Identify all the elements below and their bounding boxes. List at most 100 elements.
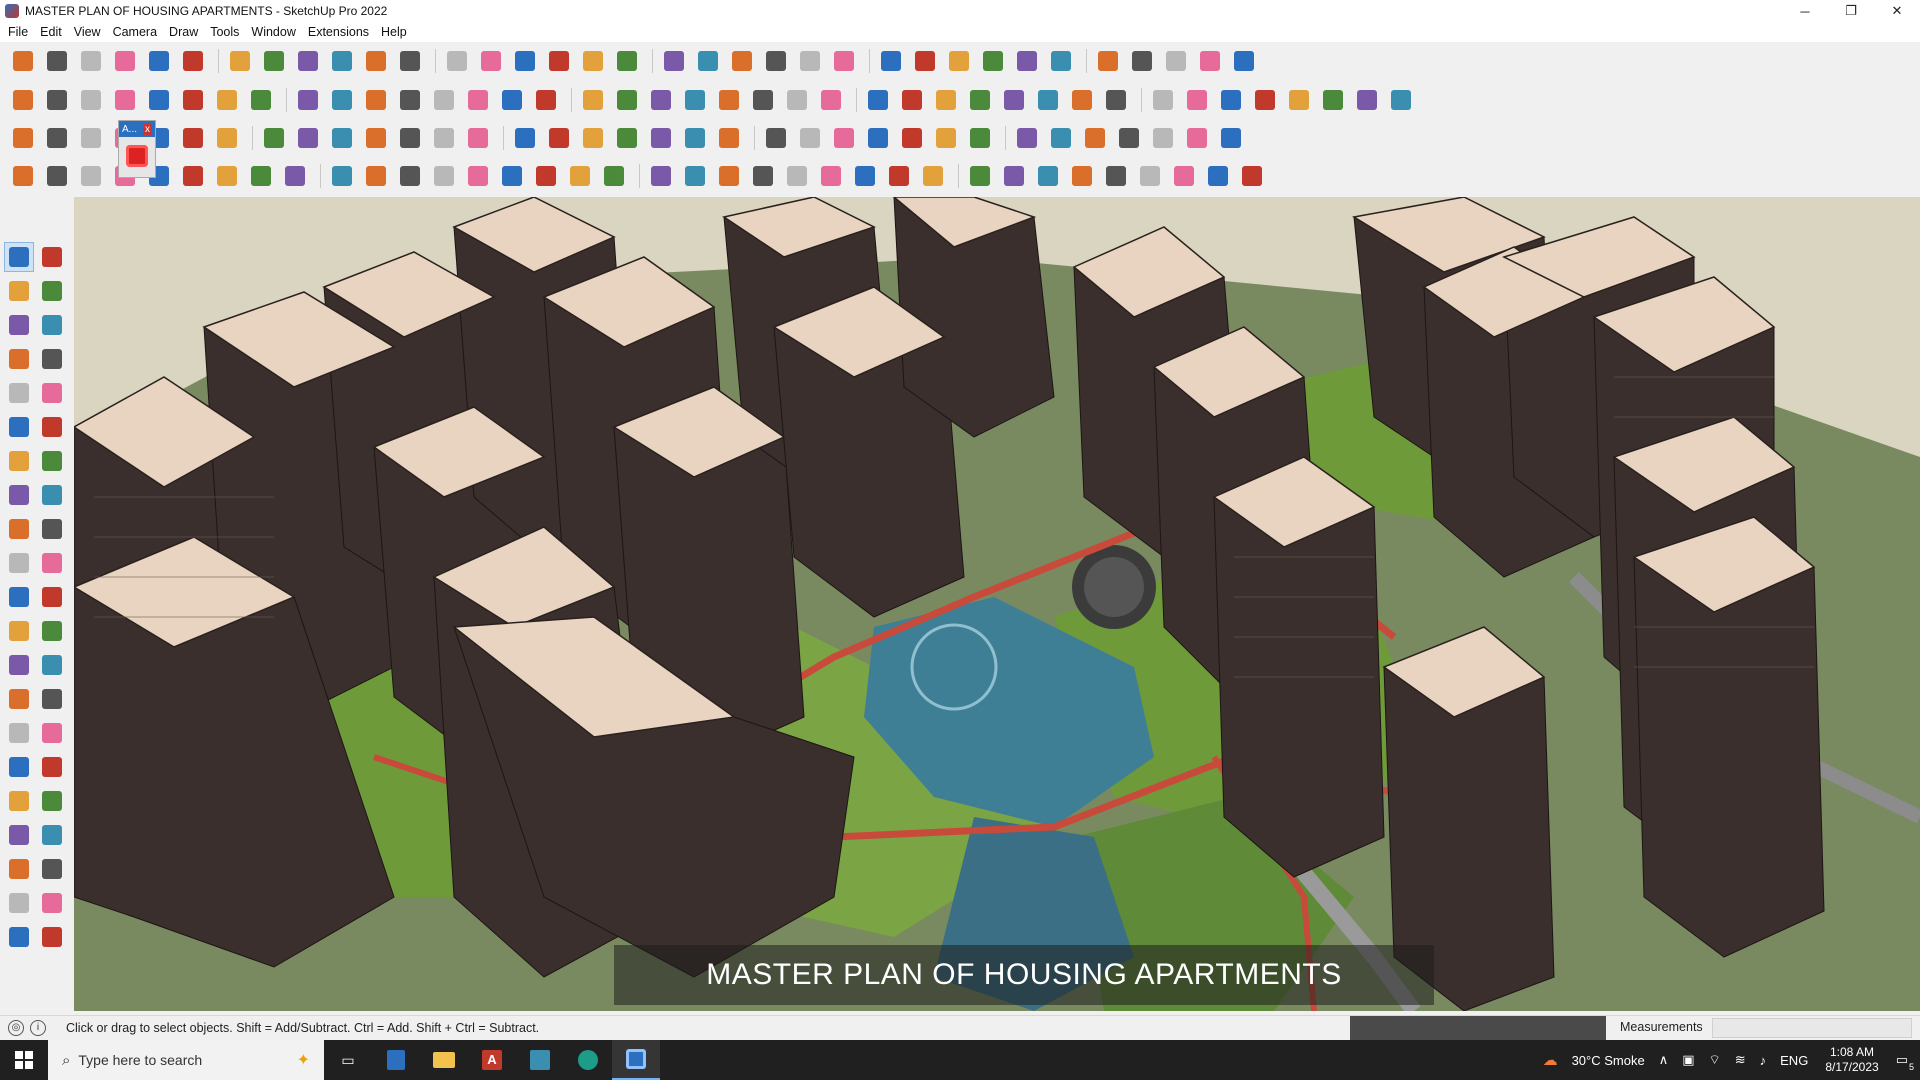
house-e-button[interactable] xyxy=(646,85,676,115)
house-c-button[interactable] xyxy=(578,85,608,115)
floating-panel-close[interactable]: x xyxy=(143,123,152,135)
edge-browser-icon[interactable] xyxy=(564,1040,612,1080)
fold-c-button[interactable] xyxy=(782,161,812,191)
position-camera-tool-button[interactable] xyxy=(4,820,34,850)
cross-blue-button[interactable] xyxy=(510,123,540,153)
knot-button[interactable] xyxy=(680,123,710,153)
tree-button[interactable] xyxy=(863,123,893,153)
cup-button[interactable] xyxy=(795,123,825,153)
front-view-button[interactable] xyxy=(76,85,106,115)
grid-b-button[interactable] xyxy=(1046,123,1076,153)
menu-edit[interactable]: Edit xyxy=(34,25,68,39)
stairs-b-button[interactable] xyxy=(327,123,357,153)
corner-button[interactable] xyxy=(361,161,391,191)
undo-button[interactable] xyxy=(1161,46,1191,76)
weather-text[interactable]: 30°C Smoke xyxy=(1572,1053,1645,1068)
cross-red-button[interactable] xyxy=(429,123,459,153)
redo-button[interactable] xyxy=(1195,46,1225,76)
grid-p-button[interactable] xyxy=(1169,161,1199,191)
arc-button[interactable] xyxy=(144,46,174,76)
components-button[interactable] xyxy=(761,46,791,76)
rotate-button[interactable] xyxy=(327,46,357,76)
plugin-e-button[interactable] xyxy=(1318,85,1348,115)
snowflake-button[interactable] xyxy=(761,123,791,153)
back-view-button[interactable] xyxy=(144,85,174,115)
sandbox-d-tool-button[interactable] xyxy=(37,922,67,952)
curve-b-button[interactable] xyxy=(816,85,846,115)
restore-button[interactable]: ❐ xyxy=(1828,0,1874,22)
pencil-button[interactable] xyxy=(748,85,778,115)
polygon-tool-button[interactable] xyxy=(37,412,67,442)
leaf-button[interactable] xyxy=(714,85,744,115)
select-line-button[interactable] xyxy=(8,161,38,191)
eraser-button[interactable] xyxy=(76,46,106,76)
menu-tools[interactable]: Tools xyxy=(204,25,245,39)
rotate-tool-button[interactable] xyxy=(4,548,34,578)
sketchup-taskbar-icon[interactable] xyxy=(612,1040,660,1080)
arc-3-tool-button[interactable] xyxy=(4,480,34,510)
shell-button[interactable] xyxy=(280,161,310,191)
menu-help[interactable]: Help xyxy=(375,25,413,39)
arc-tool-button[interactable] xyxy=(4,446,34,476)
mesh-a-button[interactable] xyxy=(565,161,595,191)
pan-button[interactable] xyxy=(544,46,574,76)
sandbox-b-tool-button[interactable] xyxy=(37,888,67,918)
zoom-tool-button[interactable] xyxy=(4,752,34,782)
bottom-view-button[interactable] xyxy=(212,85,242,115)
curve-d-button[interactable] xyxy=(897,85,927,115)
slash-button[interactable] xyxy=(429,161,459,191)
back-edges-button[interactable] xyxy=(293,85,323,115)
zoom-window-tool-button[interactable] xyxy=(37,752,67,782)
box-red-button[interactable] xyxy=(212,123,242,153)
curve-k-button[interactable] xyxy=(1148,85,1178,115)
section-tool-button[interactable] xyxy=(37,854,67,884)
list-button[interactable] xyxy=(259,123,289,153)
look-around-tool-button[interactable] xyxy=(37,820,67,850)
ruby-gem-icon[interactable] xyxy=(126,145,148,167)
house-b-button[interactable] xyxy=(531,85,561,115)
help-button[interactable] xyxy=(1229,46,1259,76)
line-pen-tool-button[interactable] xyxy=(4,344,34,374)
cone-button[interactable] xyxy=(544,123,574,153)
layer-blue-button[interactable] xyxy=(8,123,38,153)
arc-2-tool-button[interactable] xyxy=(37,446,67,476)
spiral-button[interactable] xyxy=(714,123,744,153)
solid-tools-button[interactable] xyxy=(1046,46,1076,76)
tape-tool-button[interactable] xyxy=(37,310,67,340)
warehouse-button[interactable] xyxy=(829,46,859,76)
fx-button[interactable] xyxy=(680,85,710,115)
taskbar-search[interactable]: ⌕ Type here to search ✦ xyxy=(48,1040,324,1080)
scale-button[interactable] xyxy=(361,46,391,76)
textured-button[interactable] xyxy=(429,85,459,115)
autocad-app-icon[interactable]: A xyxy=(468,1040,516,1080)
styles-button[interactable] xyxy=(795,46,825,76)
sandbox-c-tool-button[interactable] xyxy=(4,922,34,952)
info-icon[interactable]: i xyxy=(30,1019,46,1036)
sandbox-c-button[interactable] xyxy=(1012,46,1042,76)
3d-text-tool-button[interactable] xyxy=(37,684,67,714)
walk-tool-button[interactable] xyxy=(4,854,34,884)
mesh-button[interactable] xyxy=(246,161,276,191)
pie-tool-button[interactable] xyxy=(37,480,67,510)
menu-draw[interactable]: Draw xyxy=(163,25,204,39)
3d-viewport[interactable]: MASTER PLAN OF HOUSING APARTMENTS xyxy=(74,197,1920,1011)
grid-o-button[interactable] xyxy=(1135,161,1165,191)
curve-e-button[interactable] xyxy=(931,85,961,115)
rectangle-tool-button[interactable] xyxy=(4,378,34,408)
move-button[interactable] xyxy=(293,46,323,76)
x-ray-button[interactable] xyxy=(246,85,276,115)
plugin-f-button[interactable] xyxy=(1352,85,1382,115)
dotted-line-button[interactable] xyxy=(395,123,425,153)
select-button[interactable] xyxy=(42,46,72,76)
scatter-button[interactable] xyxy=(1148,123,1178,153)
menu-extensions[interactable]: Extensions xyxy=(302,25,375,39)
zoom-extents-tool-button[interactable] xyxy=(4,786,34,816)
curve-h-button[interactable] xyxy=(1033,85,1063,115)
follow-me-button[interactable] xyxy=(259,46,289,76)
plugin-d-button[interactable] xyxy=(1284,85,1314,115)
previous-tool-button[interactable] xyxy=(37,786,67,816)
iso-view-button[interactable] xyxy=(8,85,38,115)
grid-l-button[interactable] xyxy=(1033,161,1063,191)
menu-view[interactable]: View xyxy=(68,25,107,39)
house-d-button[interactable] xyxy=(612,85,642,115)
